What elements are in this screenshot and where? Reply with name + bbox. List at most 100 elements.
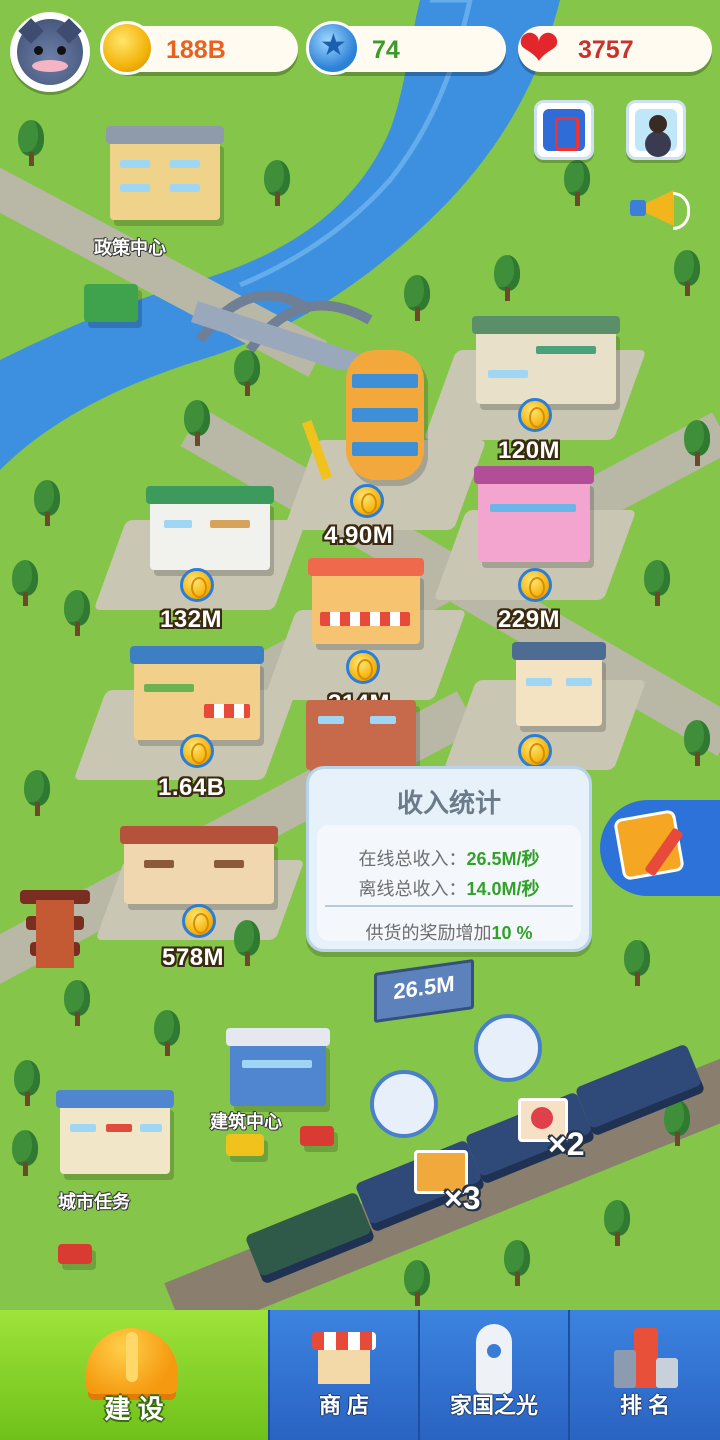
tree bbox=[14, 120, 48, 168]
city-tasks-label[interactable]: 城市任务 bbox=[58, 1188, 130, 1214]
star-value: 74 bbox=[372, 36, 400, 64]
city-tasks-building[interactable] bbox=[56, 1090, 174, 1174]
bottom-navigation: 建 设 商 店 家国之光 排 名 bbox=[0, 1310, 720, 1440]
income-stats-panel: 收入统计 在线总收入：26.5M/秒 离线总收入：14.0M/秒 供货的奖励增加… bbox=[306, 766, 592, 952]
offline-income-value: 14.0M/秒 bbox=[466, 879, 540, 899]
tab-ranking-label: 排 名 bbox=[619, 1393, 671, 1418]
supply-bonus-row: 供货的奖励增加10 % bbox=[317, 919, 581, 945]
tree bbox=[640, 560, 674, 608]
coin-icon[interactable] bbox=[180, 568, 214, 602]
delivery-truck bbox=[84, 284, 138, 322]
building-center-label[interactable]: 建筑中心 bbox=[210, 1108, 282, 1134]
policy-center-building[interactable] bbox=[106, 126, 224, 220]
building-market[interactable] bbox=[308, 558, 424, 644]
edit-layout-button[interactable] bbox=[600, 800, 720, 896]
coin-icon[interactable] bbox=[182, 904, 216, 938]
coin-icon[interactable] bbox=[350, 484, 384, 518]
tree bbox=[150, 1010, 184, 1058]
building-center-building[interactable] bbox=[226, 1028, 330, 1106]
stats-title: 收入统计 bbox=[396, 788, 501, 818]
tree bbox=[560, 160, 594, 208]
player-avatar[interactable] bbox=[10, 12, 90, 92]
delivery-bubble[interactable] bbox=[370, 1070, 438, 1138]
pagoda bbox=[20, 870, 90, 970]
supply-bonus-value: 10 % bbox=[491, 923, 533, 943]
building-tower[interactable] bbox=[346, 350, 424, 480]
tab-ranking[interactable]: 排 名 bbox=[570, 1310, 720, 1440]
tree bbox=[30, 480, 64, 528]
megaphone-icon bbox=[630, 190, 674, 226]
billboard-value: 26.5M bbox=[393, 970, 455, 1005]
tree bbox=[230, 920, 264, 968]
income-label: 4.90M bbox=[324, 522, 394, 549]
delivery-bubble[interactable] bbox=[474, 1014, 542, 1082]
tree bbox=[500, 1240, 534, 1288]
online-income-label: 在线总收入： bbox=[358, 849, 467, 869]
tab-build[interactable]: 建 设 bbox=[0, 1310, 268, 1440]
tree bbox=[10, 1060, 44, 1108]
car bbox=[226, 1134, 264, 1156]
car bbox=[300, 1126, 334, 1146]
customer-service-button[interactable] bbox=[626, 100, 686, 160]
event-button[interactable] bbox=[534, 100, 594, 160]
policy-center-label[interactable]: 政策中心 bbox=[94, 234, 166, 260]
heart-value: 3757 bbox=[578, 36, 634, 64]
coin-icon[interactable] bbox=[518, 568, 552, 602]
tree bbox=[260, 160, 294, 208]
supply-bonus-label: 供货的奖励增加 bbox=[365, 923, 492, 943]
income-label: 578M bbox=[162, 944, 225, 971]
tree bbox=[20, 770, 54, 818]
rocket-icon bbox=[476, 1324, 512, 1394]
cargo-gift-multiplier: ×2 bbox=[548, 1126, 585, 1162]
tree bbox=[680, 720, 714, 768]
tree bbox=[490, 255, 524, 303]
income-billboard: 26.5M bbox=[374, 958, 474, 1024]
announcement-button[interactable] bbox=[628, 180, 690, 238]
building-brick[interactable] bbox=[306, 700, 416, 770]
coin-icon[interactable] bbox=[346, 650, 380, 684]
coin-icon[interactable] bbox=[518, 734, 552, 768]
building-safety[interactable] bbox=[472, 316, 620, 404]
tree bbox=[8, 1130, 42, 1178]
offline-income-row: 离线总收入：14.0M/秒 bbox=[317, 875, 581, 901]
stats-body: 在线总收入：26.5M/秒 离线总收入：14.0M/秒 供货的奖励增加10 % bbox=[317, 825, 581, 943]
building-pink-store[interactable] bbox=[474, 466, 594, 562]
coin-icon[interactable] bbox=[518, 398, 552, 432]
tree bbox=[670, 250, 704, 298]
hard-hat-icon bbox=[86, 1328, 178, 1394]
income-label: 229M bbox=[498, 606, 561, 633]
gold-coin-icon bbox=[100, 21, 154, 75]
tab-shop[interactable]: 商 店 bbox=[270, 1310, 418, 1440]
building-courtyard[interactable] bbox=[120, 826, 278, 904]
tab-home-light-label: 家国之光 bbox=[449, 1393, 538, 1418]
coin-value: 188B bbox=[166, 36, 226, 64]
online-income-value: 26.5M/秒 bbox=[466, 849, 540, 869]
tree bbox=[180, 400, 214, 448]
coin-icon[interactable] bbox=[180, 734, 214, 768]
tab-shop-label: 商 店 bbox=[318, 1393, 370, 1418]
income-label: 132M bbox=[160, 606, 223, 633]
tree bbox=[620, 940, 654, 988]
offline-income-label: 离线总收入： bbox=[358, 879, 467, 899]
heart-icon: ❤ bbox=[518, 20, 560, 76]
tree bbox=[60, 590, 94, 638]
tree bbox=[680, 420, 714, 468]
online-income-row: 在线总收入：26.5M/秒 bbox=[317, 845, 581, 871]
heart-counter[interactable]: ❤ 3757 bbox=[518, 21, 712, 75]
star-icon bbox=[306, 21, 360, 75]
income-label: 120M bbox=[498, 437, 561, 464]
cargo-box-multiplier: ×3 bbox=[444, 1180, 481, 1216]
tab-build-label: 建 设 bbox=[104, 1394, 164, 1424]
podium-icon bbox=[614, 1328, 678, 1392]
tab-home-light[interactable]: 家国之光 bbox=[420, 1310, 568, 1440]
star-counter[interactable]: 74 bbox=[306, 21, 506, 75]
building-house[interactable] bbox=[512, 642, 606, 726]
tree bbox=[60, 980, 94, 1028]
stats-divider bbox=[325, 905, 573, 907]
coin-counter[interactable]: 188B bbox=[100, 21, 298, 75]
building-vegetable-shop[interactable] bbox=[130, 646, 264, 740]
building-factory[interactable] bbox=[146, 486, 274, 570]
tree bbox=[230, 350, 264, 398]
city-map[interactable]: 政策中心 120M 4.90M 132M 229M 314M bbox=[0, 0, 720, 1310]
tree bbox=[400, 275, 434, 323]
